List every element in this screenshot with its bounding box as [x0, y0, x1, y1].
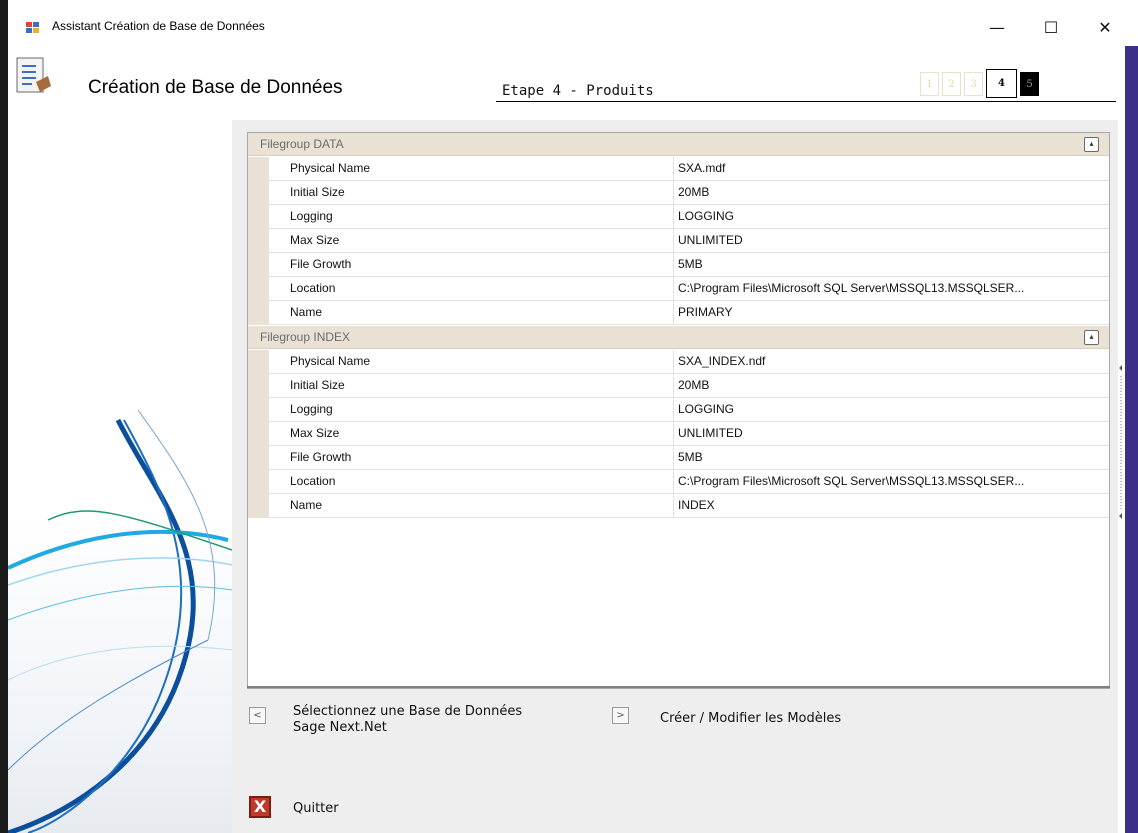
property-row[interactable]: Location C:\Program Files\Microsoft SQL S…	[248, 277, 1109, 301]
step-indicator: 1 2 3 4 5	[920, 69, 1039, 98]
row-gutter	[248, 398, 269, 422]
step-1: 1	[920, 72, 939, 96]
close-button[interactable]: ✕	[1082, 12, 1128, 42]
property-row[interactable]: Name PRIMARY	[248, 301, 1109, 325]
property-value[interactable]: UNLIMITED	[674, 422, 1109, 446]
row-gutter	[248, 229, 269, 253]
property-name: Initial Size	[269, 374, 674, 398]
previous-button[interactable]: <	[249, 707, 266, 724]
property-name: Logging	[269, 205, 674, 229]
property-row[interactable]: Location C:\Program Files\Microsoft SQL S…	[248, 470, 1109, 494]
property-name: Name	[269, 494, 674, 518]
next-step-link[interactable]: Créer / Modifier les Modèles	[660, 711, 841, 727]
property-value[interactable]: 5MB	[674, 253, 1109, 277]
category-label: Filegroup INDEX	[260, 330, 351, 344]
property-value[interactable]: C:\Program Files\Microsoft SQL Server\MS…	[674, 277, 1109, 301]
property-value[interactable]: 5MB	[674, 446, 1109, 470]
property-row[interactable]: Initial Size 20MB	[248, 181, 1109, 205]
title-bar: Assistant Création de Base de Données — …	[8, 8, 1130, 46]
property-name: Logging	[269, 398, 674, 422]
maximize-button[interactable]: ☐	[1028, 12, 1074, 42]
property-value[interactable]: 20MB	[674, 181, 1109, 205]
property-row[interactable]: File Growth 5MB	[248, 253, 1109, 277]
property-row[interactable]: Name INDEX	[248, 494, 1109, 518]
previous-step-link[interactable]: Sélectionnez une Base de Données Sage Ne…	[293, 704, 522, 736]
property-row[interactable]: Logging LOGGING	[248, 398, 1109, 422]
property-value[interactable]: SXA_INDEX.ndf	[674, 350, 1109, 374]
row-gutter	[248, 422, 269, 446]
property-value[interactable]: INDEX	[674, 494, 1109, 518]
category-filegroup-data[interactable]: Filegroup DATA ▴	[248, 133, 1109, 156]
property-value[interactable]: LOGGING	[674, 205, 1109, 229]
category-label: Filegroup DATA	[260, 137, 344, 151]
property-row[interactable]: Physical Name SXA.mdf	[248, 157, 1109, 181]
previous-step-sublabel: Sage Next.Net	[293, 720, 387, 735]
property-value[interactable]: SXA.mdf	[674, 157, 1109, 181]
collapse-icon[interactable]: ▴	[1084, 137, 1099, 152]
row-gutter	[248, 494, 269, 518]
property-row[interactable]: Logging LOGGING	[248, 205, 1109, 229]
property-name: Location	[269, 470, 674, 494]
property-value[interactable]: LOGGING	[674, 398, 1109, 422]
window-title: Assistant Création de Base de Données	[52, 19, 265, 33]
row-gutter	[248, 205, 269, 229]
page-title: Création de Base de Données	[88, 77, 343, 98]
property-name: Max Size	[269, 229, 674, 253]
minimize-button[interactable]: —	[974, 12, 1020, 42]
quit-icon[interactable]: X	[249, 796, 271, 818]
wizard-document-icon	[16, 57, 51, 93]
property-row[interactable]: Max Size UNLIMITED	[248, 422, 1109, 446]
step-2: 2	[942, 72, 961, 96]
decorative-side-panel	[8, 120, 232, 833]
row-gutter	[248, 470, 269, 494]
row-gutter	[248, 350, 269, 374]
next-button[interactable]: >	[612, 707, 629, 724]
property-value[interactable]: C:\Program Files\Microsoft SQL Server\MS…	[674, 470, 1109, 494]
collapse-icon[interactable]: ▴	[1084, 330, 1099, 345]
property-name: Physical Name	[269, 157, 674, 181]
step-label: Etape 4 - Produits	[502, 83, 654, 99]
previous-step-label: Sélectionnez une Base de Données	[293, 704, 523, 719]
property-grid: Filegroup DATA ▴ Physical Name SXA.mdf In…	[247, 132, 1110, 689]
property-row[interactable]: File Growth 5MB	[248, 446, 1109, 470]
app-icon	[26, 22, 39, 33]
wizard-content: Filegroup DATA ▴ Physical Name SXA.mdf In…	[232, 120, 1118, 833]
property-value[interactable]: UNLIMITED	[674, 229, 1109, 253]
row-gutter	[248, 277, 269, 301]
property-row[interactable]: Physical Name SXA_INDEX.ndf	[248, 350, 1109, 374]
row-gutter	[248, 157, 269, 181]
row-gutter	[248, 301, 269, 325]
header-divider	[496, 101, 1116, 102]
property-name: Location	[269, 277, 674, 301]
step-3: 3	[964, 72, 983, 96]
property-name: File Growth	[269, 253, 674, 277]
row-gutter	[248, 181, 269, 205]
property-name: Name	[269, 301, 674, 325]
property-name: Physical Name	[269, 350, 674, 374]
property-value[interactable]: 20MB	[674, 374, 1109, 398]
grid-divider	[247, 686, 1110, 688]
property-row[interactable]: Max Size UNLIMITED	[248, 229, 1109, 253]
swirl-decoration	[8, 409, 232, 833]
step-4-current: 4	[986, 69, 1017, 98]
quit-link[interactable]: Quitter	[293, 801, 339, 816]
row-gutter	[248, 253, 269, 277]
property-name: Initial Size	[269, 181, 674, 205]
property-row[interactable]: Initial Size 20MB	[248, 374, 1109, 398]
window-edge-strip	[1125, 46, 1138, 833]
step-5: 5	[1020, 72, 1039, 96]
row-gutter	[248, 446, 269, 470]
property-value[interactable]: PRIMARY	[674, 301, 1109, 325]
row-gutter	[248, 374, 269, 398]
property-name: File Growth	[269, 446, 674, 470]
category-filegroup-index[interactable]: Filegroup INDEX ▴	[248, 326, 1109, 349]
property-name: Max Size	[269, 422, 674, 446]
splitter-grip[interactable]	[1117, 362, 1125, 522]
